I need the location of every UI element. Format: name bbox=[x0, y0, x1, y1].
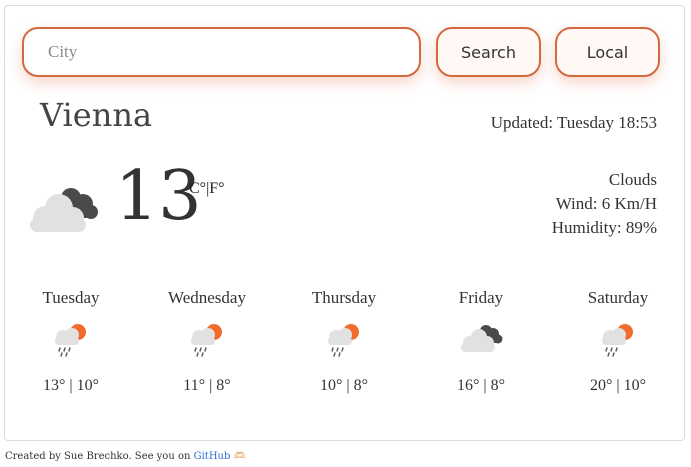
broken-clouds-icon bbox=[30, 188, 98, 232]
rain-sun-icon bbox=[191, 324, 222, 357]
search-button[interactable]: Search bbox=[436, 27, 541, 77]
forecast-day-name: Thursday bbox=[311, 288, 377, 307]
forecast-day-name: Saturday bbox=[587, 288, 649, 307]
forecast-day: Saturday 20° | 10° bbox=[558, 288, 678, 395]
forecast-day-name: Wednesday bbox=[168, 288, 246, 307]
wind-speed: Wind: 6 Km/H bbox=[555, 194, 657, 213]
forecast-day: Friday 16° | 8° bbox=[421, 288, 541, 395]
rain-sun-icon bbox=[602, 324, 633, 357]
forecast-temps: 10° | 8° bbox=[320, 377, 368, 394]
rain-sun-icon bbox=[55, 324, 86, 357]
forecast-temps: 13° | 10° bbox=[43, 377, 99, 394]
forecast-day: Thursday 10° | 8° bbox=[284, 288, 404, 395]
city-name: Vienna bbox=[40, 96, 153, 134]
footer: Created by Sue Brechko. See you on GitHu… bbox=[5, 451, 246, 462]
weather-card: Search Local Vienna Updated: Tuesday 18:… bbox=[4, 5, 685, 441]
fahrenheit-link[interactable]: F° bbox=[209, 180, 224, 197]
weather-description: Clouds bbox=[608, 170, 657, 189]
broken-clouds-icon bbox=[461, 325, 503, 352]
humidity: Humidity: 89% bbox=[551, 218, 657, 237]
footer-credit: Created by Sue Brechko. See you on bbox=[5, 451, 191, 462]
rain-sun-icon bbox=[328, 324, 359, 357]
forecast-temps: 16° | 8° bbox=[457, 377, 505, 394]
forecast-temps: 20° | 10° bbox=[590, 377, 646, 394]
github-link[interactable]: GitHub bbox=[194, 451, 231, 462]
forecast-day-name: Tuesday bbox=[42, 288, 100, 307]
unit-toggle: C°|F° bbox=[189, 180, 225, 198]
celsius-link[interactable]: C° bbox=[189, 180, 206, 197]
forecast-day: Wednesday 11° | 8° bbox=[147, 288, 267, 395]
heart-hands-emoji: 🫶🏻 bbox=[233, 451, 247, 462]
weather-details: Clouds Wind: 6 Km/H Humidity: 89% bbox=[552, 168, 657, 240]
city-search-input[interactable] bbox=[22, 27, 421, 77]
forecast-temps: 11° | 8° bbox=[183, 377, 231, 394]
updated-time: Updated: Tuesday 18:53 bbox=[490, 113, 657, 132]
local-button[interactable]: Local bbox=[555, 27, 660, 77]
forecast-day-name: Friday bbox=[458, 288, 504, 307]
search-form: Search Local bbox=[22, 27, 662, 77]
forecast-day: Tuesday 13° | 10° bbox=[11, 288, 131, 395]
